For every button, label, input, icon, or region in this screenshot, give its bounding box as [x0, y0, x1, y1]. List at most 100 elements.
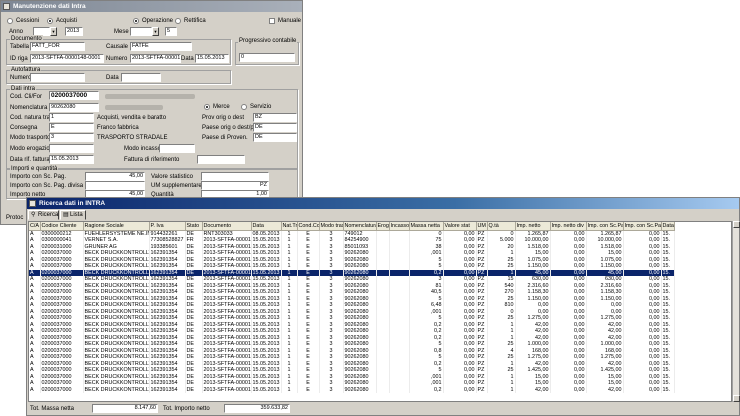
mese-field[interactable]: 5 — [165, 27, 177, 36]
column-header[interactable]: Data — [251, 222, 282, 231]
tab-lista[interactable]: ▤ Lista — [60, 210, 86, 220]
trasporto-code-field[interactable]: 3 — [49, 133, 94, 142]
idriga-field[interactable]: 2013-SFTFA-0000148-0001 — [30, 54, 104, 63]
progressivo-field[interactable]: 0 — [239, 53, 295, 62]
table-row[interactable]: A0200037000BECK DRUCKKONTROLLTEC16239135… — [29, 386, 675, 393]
merce-radio[interactable] — [204, 104, 210, 110]
column-header[interactable]: Ragione Sociale — [83, 222, 150, 231]
incasso-field[interactable] — [159, 144, 195, 153]
paese-prov-field[interactable]: DE — [253, 133, 297, 142]
column-header[interactable]: Massa netta — [409, 222, 444, 231]
af-data-field[interactable] — [121, 73, 161, 82]
table-cell: BECK DRUCKKONTROLLTEC — [83, 328, 150, 335]
table-cell: 2013-SFTFA-00001.. — [202, 302, 252, 309]
table-cell: BECK DRUCKKONTROLLTEC — [83, 263, 150, 270]
table-row[interactable]: A0200037000BECK DRUCKKONTROLLTEC16239135… — [29, 315, 675, 322]
column-header[interactable]: Nat.Tra. — [281, 222, 298, 231]
rettifica-label: Rettifica — [184, 18, 206, 24]
data-field[interactable]: 15.05.2013 — [195, 54, 229, 63]
table-row[interactable]: A0200037000BECK DRUCKKONTROLLTEC16239135… — [29, 276, 675, 283]
operazione-radio[interactable] — [133, 18, 139, 24]
table-row[interactable]: A0200037000BECK DRUCKKONTROLLTEC16239135… — [29, 354, 675, 361]
column-header[interactable]: Cond.Cons — [297, 222, 320, 231]
natura-desc: Acquisti, vendita e baratto — [97, 115, 167, 121]
ricerca-titlebar[interactable]: Ricerca dati in INTRA — [27, 198, 739, 209]
binoculars-icon: ⚲ — [31, 212, 36, 218]
erogazione-field[interactable] — [49, 144, 94, 153]
column-header[interactable]: Codice Cliente — [40, 222, 84, 231]
column-header[interactable]: Imp. con Sc.Pag div — [623, 222, 662, 231]
column-header[interactable]: Q.tà — [487, 222, 516, 231]
numero-field[interactable]: 2013-SFTFA-0000148 — [130, 54, 181, 63]
af-numero-field[interactable] — [30, 73, 85, 82]
valstat-field[interactable] — [201, 172, 269, 181]
acquisti-radio[interactable] — [47, 18, 53, 24]
natura-code-field[interactable]: 1 — [49, 113, 94, 122]
table-row[interactable]: A0200037000BECK DRUCKKONTROLLTEC16239135… — [29, 341, 675, 348]
codcli-field[interactable]: 0200037000 — [49, 91, 99, 100]
column-header[interactable]: UM — [476, 222, 488, 231]
column-header[interactable]: Nomenclatura — [343, 222, 377, 231]
scroll-down-button[interactable] — [733, 395, 740, 402]
idriga-label: ID riga — [10, 56, 28, 62]
column-header[interactable]: Data — [661, 222, 675, 231]
rettifica-radio[interactable] — [175, 18, 181, 24]
table-cell — [389, 386, 410, 393]
datarif-field[interactable]: 15.05.2013 — [49, 155, 94, 164]
merce-label: Merce — [213, 104, 230, 110]
table-cell: BECK DRUCKKONTROLLTEC — [83, 341, 150, 348]
table-cell: 2013-SFTFA-00001.. — [202, 276, 252, 283]
column-header[interactable]: Documento — [202, 222, 252, 231]
table-row[interactable]: A 0300000212 FUEHLERSYSTEME NE.INE 91443226… — [29, 230, 675, 237]
results-grid[interactable]: C/A Codice Cliente Ragione Sociale P. Iva St… — [28, 221, 732, 402]
column-header[interactable]: Imp. netto — [515, 222, 551, 231]
table-cell: 0,2 — [409, 386, 444, 393]
imp-div-field[interactable] — [85, 181, 145, 190]
column-header[interactable]: Modo tras. — [319, 222, 344, 231]
table-cell: DE — [185, 386, 203, 393]
tab-ricerca[interactable]: ⚲ Ricerca — [28, 210, 59, 220]
scroll-up-button[interactable] — [733, 221, 740, 228]
column-header[interactable]: Imp. netto div — [550, 222, 587, 231]
cessioni-radio[interactable] — [7, 18, 13, 24]
paese-orig-field[interactable]: DE — [253, 123, 297, 132]
table-cell: FUEHLERSYSTEME NE.INE — [83, 230, 150, 237]
column-header[interactable]: Erogaz — [376, 222, 390, 231]
table-row[interactable]: A0200037000BECK DRUCKKONTROLLTEC16239135… — [29, 367, 675, 374]
window-icon — [3, 3, 10, 10]
fattrif-field[interactable] — [197, 155, 245, 164]
column-header[interactable]: Incasso — [389, 222, 410, 231]
tabella-field[interactable]: FATT_FOR — [30, 42, 85, 51]
mese-dropdown-icon[interactable]: ▼ — [152, 27, 159, 36]
table-row[interactable]: A0200037000BECK DRUCKKONTROLLTEC16239135… — [29, 263, 675, 270]
column-header[interactable]: P. Iva — [149, 222, 186, 231]
manutenzione-titlebar[interactable]: Manutenzione dati Intra — [1, 1, 302, 12]
prov-field[interactable]: BZ — [253, 113, 297, 122]
anno-dropdown-icon[interactable]: ▼ — [50, 27, 57, 36]
consegna-desc: Franco fabbrica — [97, 125, 139, 131]
manuale-checkbox[interactable] — [269, 18, 275, 24]
table-cell: 15.05.2013 — [251, 341, 282, 348]
servizio-radio[interactable] — [241, 104, 247, 110]
table-row[interactable]: A0200037000BECK DRUCKKONTROLLTEC16239135… — [29, 289, 675, 296]
column-header[interactable]: C/A — [29, 222, 41, 231]
grid-vertical-scrollbar[interactable] — [732, 221, 740, 402]
table-cell: E — [297, 230, 320, 237]
column-header[interactable]: Stato — [185, 222, 203, 231]
codcli-label: Cod. Cli/For — [10, 94, 43, 100]
mese-combo[interactable] — [130, 27, 152, 36]
table-row[interactable]: A0200037000BECK DRUCKKONTROLLTEC16239135… — [29, 380, 675, 387]
causale-field[interactable]: FATFE — [130, 42, 192, 51]
consegna-code-field[interactable]: E — [49, 123, 94, 132]
anno-field[interactable]: 2013 — [65, 27, 83, 36]
um-field[interactable]: PZ — [201, 181, 269, 190]
table-row[interactable]: A0200037000BECK DRUCKKONTROLLTEC16239135… — [29, 302, 675, 309]
list-icon: ▤ — [63, 212, 69, 218]
grid-header-row: C/A Codice Cliente Ragione Sociale P. Iva St… — [29, 222, 675, 231]
nomenclatura-field[interactable]: 90262080 — [49, 103, 99, 112]
column-header[interactable]: Imp. con Sc.Pag — [586, 222, 624, 231]
table-row[interactable]: A0200037000BECK DRUCKKONTROLLTEC16239135… — [29, 328, 675, 335]
imp-sc-field[interactable]: 45,00 — [85, 172, 145, 181]
column-header[interactable]: Valore stat — [443, 222, 477, 231]
table-row[interactable]: A0200037000BECK DRUCKKONTROLLTEC16239135… — [29, 250, 675, 257]
